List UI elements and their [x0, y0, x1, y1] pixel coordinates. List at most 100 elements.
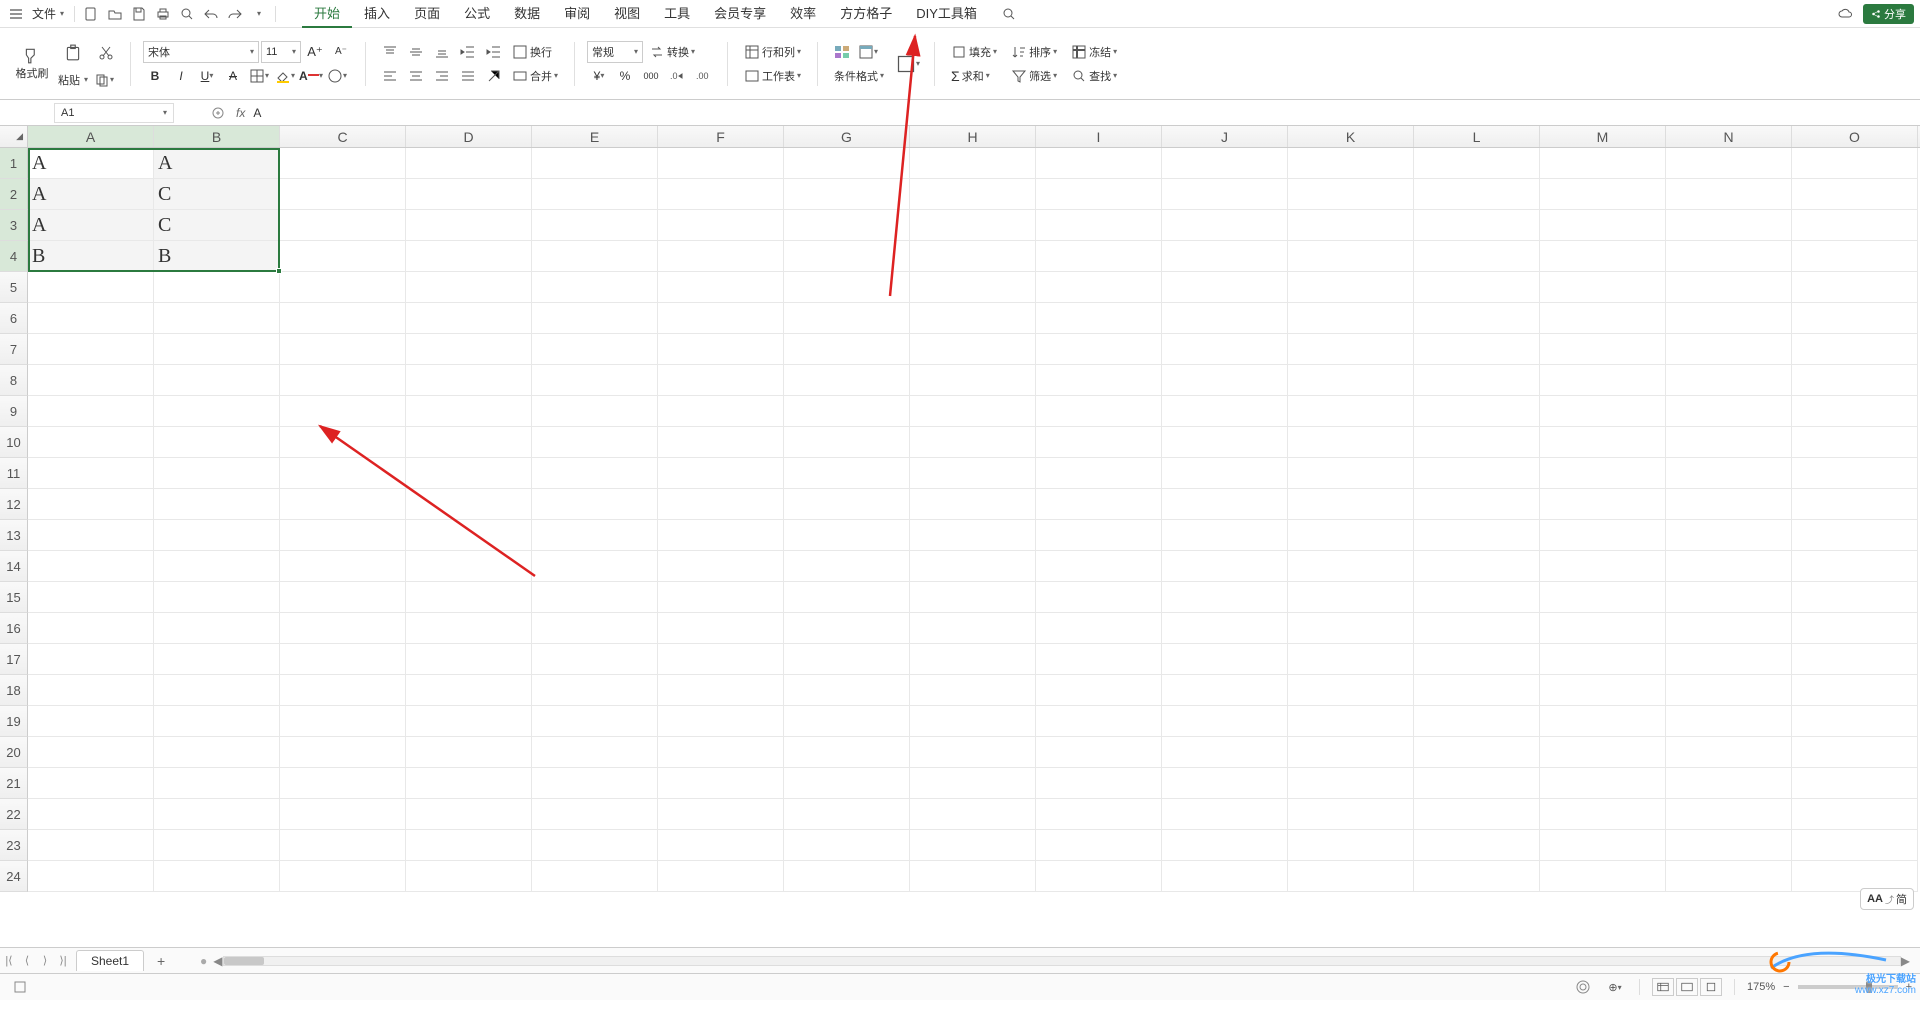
- cell[interactable]: [280, 210, 406, 241]
- expand-fx-icon[interactable]: [206, 102, 230, 124]
- cell[interactable]: [1792, 210, 1918, 241]
- share-button[interactable]: 分享: [1863, 4, 1914, 24]
- cell[interactable]: [1792, 303, 1918, 334]
- cell[interactable]: [280, 365, 406, 396]
- cell[interactable]: [658, 768, 784, 799]
- column-header[interactable]: O: [1792, 126, 1918, 147]
- italic-button[interactable]: I: [169, 65, 193, 87]
- cell[interactable]: [406, 551, 532, 582]
- cell[interactable]: [1540, 148, 1666, 179]
- cell[interactable]: [1666, 520, 1792, 551]
- cell[interactable]: [1036, 365, 1162, 396]
- view-break-button[interactable]: [1700, 978, 1722, 996]
- cell[interactable]: C: [154, 179, 280, 210]
- cell[interactable]: [784, 365, 910, 396]
- cut-button[interactable]: [94, 37, 118, 69]
- row-header[interactable]: 7: [0, 334, 28, 365]
- cell[interactable]: [532, 582, 658, 613]
- name-box[interactable]: A1 ▾: [54, 103, 174, 123]
- cell[interactable]: A: [28, 179, 154, 210]
- cell[interactable]: [1540, 551, 1666, 582]
- cell[interactable]: [406, 272, 532, 303]
- cell[interactable]: [910, 396, 1036, 427]
- cell[interactable]: [154, 861, 280, 892]
- zoom-in-button[interactable]: +: [1906, 981, 1912, 993]
- row-header[interactable]: 20: [0, 737, 28, 768]
- cell[interactable]: [784, 706, 910, 737]
- cell[interactable]: [1666, 489, 1792, 520]
- cell[interactable]: [1036, 458, 1162, 489]
- cell[interactable]: [1162, 737, 1288, 768]
- cell[interactable]: [1666, 675, 1792, 706]
- row-header[interactable]: 8: [0, 365, 28, 396]
- menu-tab-7[interactable]: 工具: [652, 0, 702, 28]
- cell[interactable]: [1288, 272, 1414, 303]
- cell[interactable]: [1540, 830, 1666, 861]
- cell[interactable]: [1792, 427, 1918, 458]
- cell[interactable]: [1792, 582, 1918, 613]
- search-icon[interactable]: [999, 4, 1019, 24]
- cell[interactable]: [1162, 830, 1288, 861]
- increase-decimal-button[interactable]: .00: [691, 65, 715, 87]
- cell[interactable]: [784, 489, 910, 520]
- column-header[interactable]: K: [1288, 126, 1414, 147]
- cell[interactable]: [1162, 365, 1288, 396]
- cell[interactable]: [406, 303, 532, 334]
- cell[interactable]: [784, 272, 910, 303]
- cell[interactable]: [280, 861, 406, 892]
- align-center-button[interactable]: [404, 65, 428, 87]
- cell[interactable]: [1288, 148, 1414, 179]
- cell[interactable]: [1288, 706, 1414, 737]
- cell[interactable]: [1666, 768, 1792, 799]
- cell[interactable]: [532, 148, 658, 179]
- row-header[interactable]: 6: [0, 303, 28, 334]
- cell[interactable]: [1540, 458, 1666, 489]
- undo-icon[interactable]: [201, 4, 221, 24]
- table-styles-button[interactable]: ▾: [856, 41, 880, 63]
- cell[interactable]: [1792, 675, 1918, 706]
- cell[interactable]: [532, 768, 658, 799]
- cell[interactable]: [1540, 179, 1666, 210]
- cell[interactable]: [658, 706, 784, 737]
- row-header[interactable]: 21: [0, 768, 28, 799]
- cell[interactable]: [784, 396, 910, 427]
- merge-button[interactable]: 合并▾: [508, 65, 562, 87]
- cell[interactable]: [1414, 272, 1540, 303]
- cell[interactable]: [1288, 799, 1414, 830]
- cell[interactable]: [1036, 799, 1162, 830]
- cell[interactable]: [154, 334, 280, 365]
- new-icon[interactable]: [81, 4, 101, 24]
- column-header[interactable]: A: [28, 126, 154, 147]
- cell[interactable]: [658, 396, 784, 427]
- cell[interactable]: [1666, 303, 1792, 334]
- cell[interactable]: [1288, 489, 1414, 520]
- cell[interactable]: [1288, 551, 1414, 582]
- view-page-button[interactable]: [1676, 978, 1698, 996]
- cell[interactable]: [658, 861, 784, 892]
- cell[interactable]: [1792, 334, 1918, 365]
- cell[interactable]: [154, 582, 280, 613]
- cell[interactable]: C: [154, 210, 280, 241]
- column-header[interactable]: H: [910, 126, 1036, 147]
- menu-tab-4[interactable]: 数据: [502, 0, 552, 28]
- cell[interactable]: [280, 582, 406, 613]
- cell[interactable]: [1540, 768, 1666, 799]
- cell[interactable]: B: [28, 241, 154, 272]
- justify-button[interactable]: [456, 65, 480, 87]
- row-header[interactable]: 10: [0, 427, 28, 458]
- convert-button[interactable]: 转换▾: [645, 41, 699, 63]
- cell[interactable]: [28, 520, 154, 551]
- cell[interactable]: [784, 675, 910, 706]
- cell[interactable]: [784, 520, 910, 551]
- cell[interactable]: [154, 520, 280, 551]
- cell[interactable]: [28, 582, 154, 613]
- cell[interactable]: [532, 241, 658, 272]
- cell[interactable]: [1162, 489, 1288, 520]
- cell[interactable]: [784, 334, 910, 365]
- align-middle-button[interactable]: [404, 41, 428, 63]
- cell[interactable]: [1792, 737, 1918, 768]
- cell[interactable]: [1162, 706, 1288, 737]
- cell[interactable]: [1540, 210, 1666, 241]
- column-header[interactable]: C: [280, 126, 406, 147]
- cell[interactable]: [280, 613, 406, 644]
